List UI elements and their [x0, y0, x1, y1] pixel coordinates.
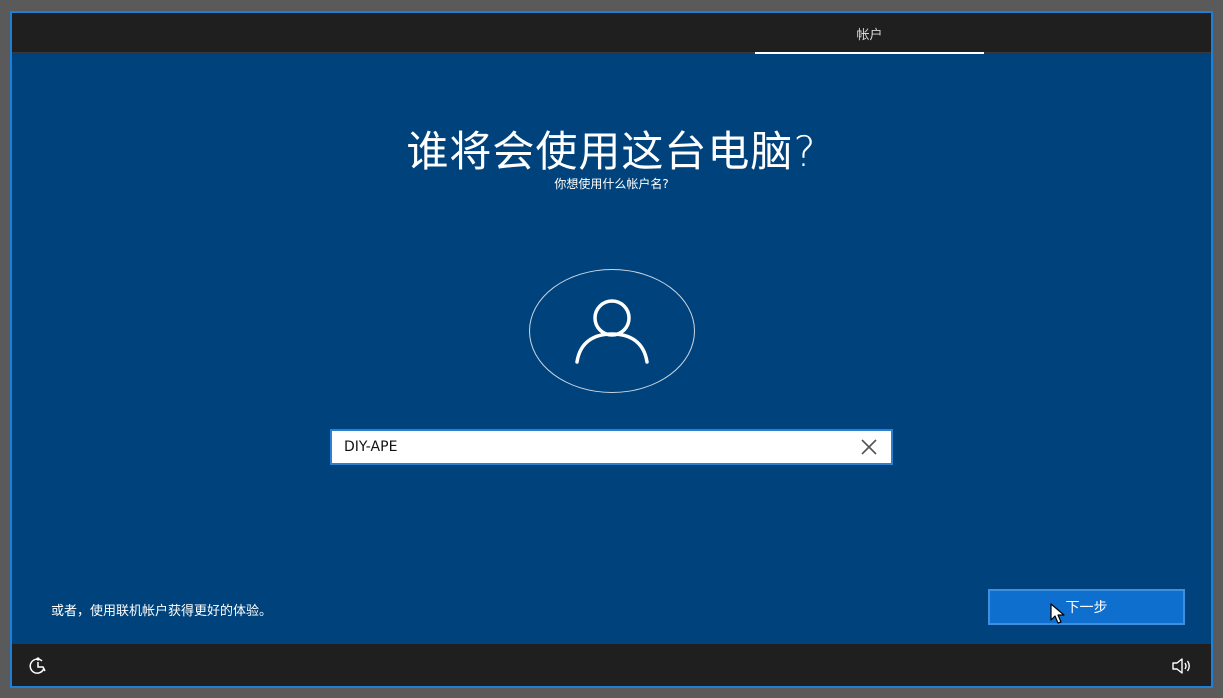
- avatar: [529, 269, 695, 393]
- step-tab-account: 帐户: [755, 13, 984, 54]
- main-content: 谁将会使用这台电脑? 你想使用什么帐户名? 或者，使用联机帐户获得更好的体验。 …: [12, 54, 1211, 646]
- bottom-bar: [12, 644, 1211, 686]
- step-tab-label: 帐户: [856, 27, 883, 43]
- volume-button[interactable]: [1171, 656, 1193, 676]
- clear-input-button[interactable]: [851, 433, 887, 461]
- account-name-input[interactable]: [332, 431, 842, 463]
- next-button[interactable]: 下一步: [988, 589, 1185, 625]
- top-bar: 帐户: [12, 13, 1211, 54]
- volume-icon: [1172, 658, 1190, 674]
- setup-window: 帐户 谁将会使用这台电脑? 你想使用什么帐户名? 或者，使用联机帐户获得更好的体…: [10, 11, 1213, 688]
- account-name-field[interactable]: [330, 429, 893, 465]
- ease-of-access-button[interactable]: [28, 656, 50, 676]
- ease-of-access-icon: [29, 657, 46, 674]
- person-icon: [575, 299, 649, 364]
- online-account-link[interactable]: 或者，使用联机帐户获得更好的体验。: [51, 600, 272, 619]
- page-subtitle: 你想使用什么帐户名?: [554, 177, 669, 191]
- page-title: 谁将会使用这台电脑?: [406, 127, 817, 176]
- close-icon: [861, 439, 877, 455]
